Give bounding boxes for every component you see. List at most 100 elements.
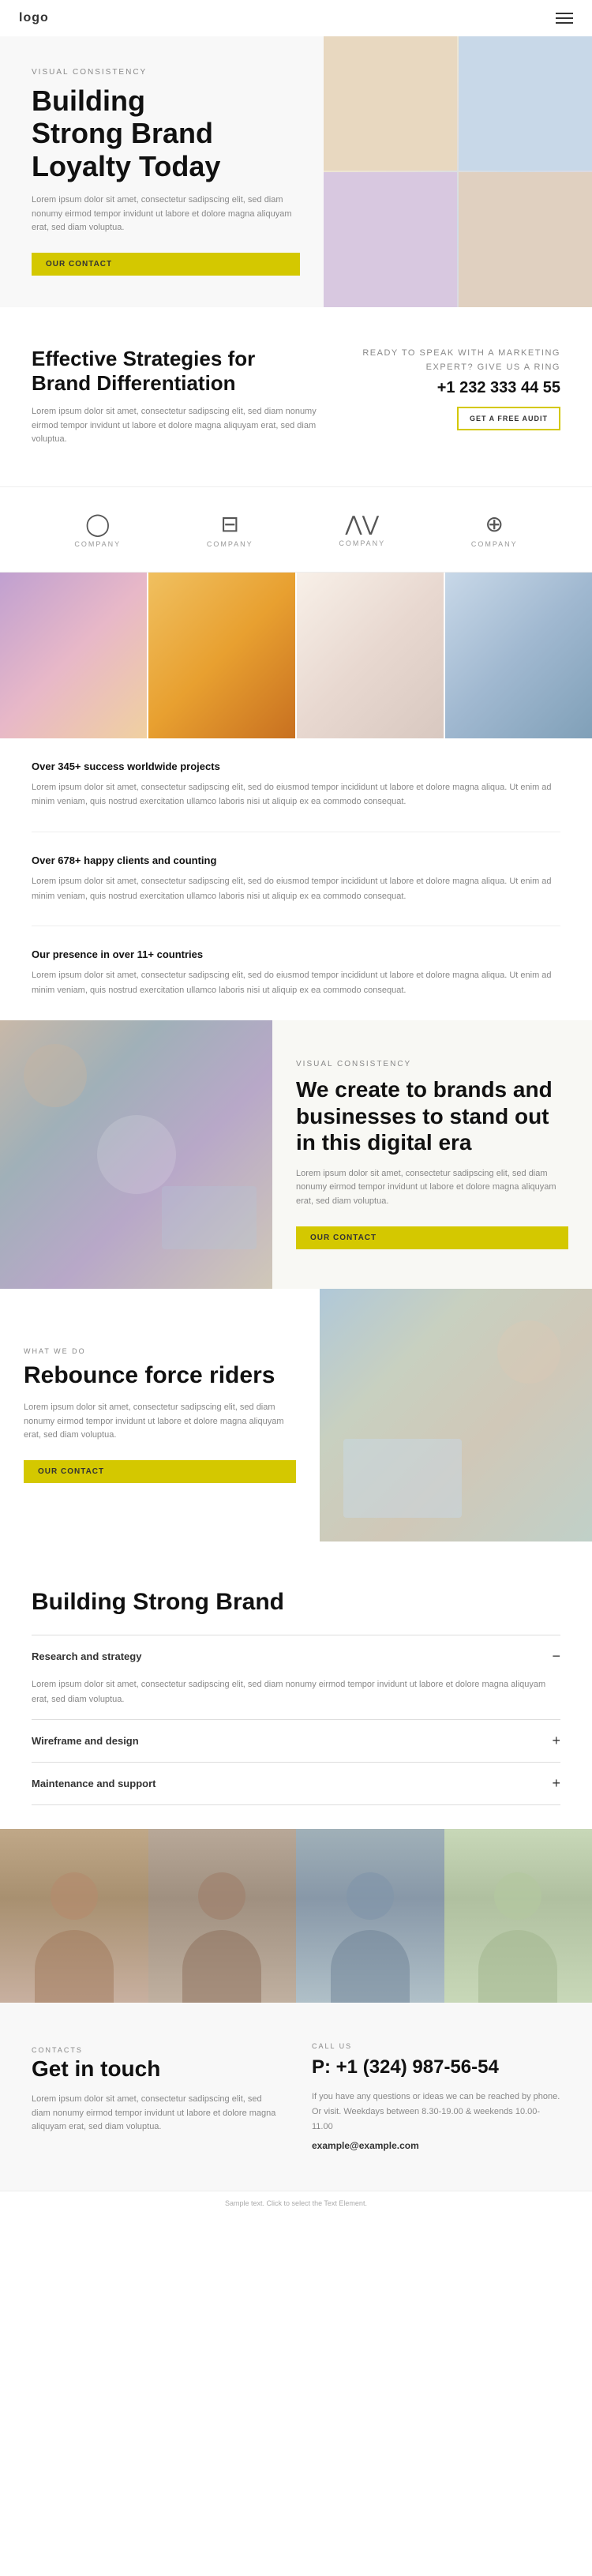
gallery-item-1 [0,573,147,738]
hero-cta-button[interactable]: OUR CONTACT [32,253,300,276]
collage-cell-3 [324,172,457,306]
team-photo-inner-3 [296,1829,444,2003]
strategies-content: Effective Strategies for Brand Different… [32,347,339,447]
gallery-image-2 [148,573,295,738]
team-photo-4 [444,1829,592,2003]
stat-desc-1: Lorem ipsum dolor sit amet, consectetur … [32,780,560,809]
brand-content: VISUAL CONSISTENCY We create to brands a… [272,1020,592,1289]
logo-icon-4: ⊕ [471,511,518,537]
logo: logo [19,11,49,25]
collage-cell-4 [459,172,592,306]
rebounce-description: Lorem ipsum dolor sit amet, consectetur … [24,1401,296,1443]
stat-item-1: Over 345+ success worldwide projects Lor… [32,738,560,832]
team-photo-2 [148,1829,297,2003]
image-gallery [0,573,592,738]
logo-item-4: ⊕ COMPANY [471,511,518,548]
hero-content: VISUAL CONSISTENCY Building Strong Brand… [0,36,324,307]
strategies-description: Lorem ipsum dolor sit amet, consectetur … [32,405,339,447]
team-photo-inner-4 [444,1829,592,2003]
team-photos [0,1829,592,2003]
brand-image-overlay [0,1020,272,1289]
gallery-item-4 [445,573,592,738]
rebounce-eyebrow: WHAT WE DO [24,1347,296,1355]
contact-section: CONTACTS Get in touch Lorem ipsum dolor … [0,2003,592,2191]
brand-image [0,1020,272,1289]
building-brand-section: Building Strong Brand Research and strat… [0,1541,592,1829]
strategies-phone: +1 232 333 44 55 [355,379,560,397]
team-photo-inner-2 [148,1829,297,2003]
accordion-item-1: Research and strategy − Lorem ipsum dolo… [32,1635,560,1719]
call-us-label: CALL US [312,2042,560,2050]
logos-row: ◯ COMPANY ⊟ COMPANY ⋀⋁ COMPANY ⊕ COMPANY [0,486,592,573]
stat-item-3: Our presence in over 11+ countries Lorem… [32,926,560,1020]
accordion-icon-2: + [552,1733,560,1749]
accordion-icon-3: + [552,1775,560,1792]
contact-heading: Get in touch [32,2056,280,2082]
collage-cell-2 [459,36,592,171]
collage-cell-1 [324,36,457,171]
gallery-image-3 [297,573,444,738]
team-photo-3 [296,1829,444,2003]
brand-eyebrow: VISUAL CONSISTENCY [296,1060,568,1068]
contacts-label: CONTACTS [32,2046,83,2054]
gallery-image-1 [0,573,147,738]
contact-email[interactable]: example@example.com [312,2140,560,2151]
ready-label: READY TO SPEAK WITH A MARKETING EXPERT? … [355,347,560,374]
accordion-content-1: Lorem ipsum dolor sit amet, consectetur … [32,1677,560,1719]
logo-item-2: ⊟ COMPANY [207,511,253,548]
gallery-item-3 [297,573,444,738]
footer-hint: Sample text. Click to select the Text El… [0,2191,592,2215]
logo-label-4: COMPANY [471,540,518,548]
stat-item-2: Over 678+ happy clients and counting Lor… [32,832,560,926]
logo-label-1: COMPANY [74,540,121,548]
hero-eyebrow: VISUAL CONSISTENCY [32,68,300,77]
accordion-title-1: Research and strategy [32,1650,141,1662]
logo-item-1: ◯ COMPANY [74,511,121,548]
accordion-title-3: Maintenance and support [32,1778,155,1789]
stat-title-2: Over 678+ happy clients and counting [32,854,560,866]
contact-right: CALL US P: +1 (324) 987-56-54 If you hav… [312,2042,560,2151]
logo-label-2: COMPANY [207,540,253,548]
contact-phone: P: +1 (324) 987-56-54 [312,2056,560,2078]
accordion-header-1[interactable]: Research and strategy − [32,1635,560,1677]
hamburger-menu[interactable] [556,13,573,24]
contact-description: Lorem ipsum dolor sit amet, consectetur … [32,2093,280,2135]
gallery-image-4 [445,573,592,738]
team-photo-1 [0,1829,148,2003]
rebounce-image-overlay [320,1289,592,1541]
logo-icon-1: ◯ [74,511,121,537]
hero-section: VISUAL CONSISTENCY Building Strong Brand… [0,36,592,307]
stat-desc-2: Lorem ipsum dolor sit amet, consectetur … [32,874,560,903]
rebounce-section: WHAT WE DO Rebounce force riders Lorem i… [0,1289,592,1541]
rebounce-heading: Rebounce force riders [24,1361,296,1390]
accordion-header-3[interactable]: Maintenance and support + [32,1763,560,1804]
navigation: logo [0,0,592,36]
strategies-section: Effective Strategies for Brand Different… [0,307,592,486]
stat-desc-3: Lorem ipsum dolor sit amet, consectetur … [32,968,560,997]
building-brand-heading: Building Strong Brand [32,1589,560,1616]
logo-item-3: ⋀⋁ COMPANY [339,512,385,547]
rebounce-cta-button[interactable]: OUR CONTACT [24,1460,296,1483]
contact-left: CONTACTS Get in touch Lorem ipsum dolor … [32,2042,280,2151]
accordion-title-2: Wireframe and design [32,1735,139,1747]
rebounce-image [320,1289,592,1541]
hero-heading: Building Strong Brand Loyalty Today [32,84,300,182]
contact-info: If you have any questions or ideas we ca… [312,2090,560,2134]
stat-title-1: Over 345+ success worldwide projects [32,760,560,772]
accordion-icon-1: − [552,1648,560,1665]
brand-cta-button[interactable]: OUR CONTACT [296,1226,568,1249]
logo-icon-3: ⋀⋁ [339,512,385,536]
logo-icon-2: ⊟ [207,511,253,537]
accordion-header-2[interactable]: Wireframe and design + [32,1720,560,1762]
hero-image [324,36,592,307]
audit-button[interactable]: GET A FREE AUDIT [457,407,560,430]
rebounce-content: WHAT WE DO Rebounce force riders Lorem i… [0,1289,320,1541]
strategies-cta: READY TO SPEAK WITH A MARKETING EXPERT? … [355,347,560,430]
gallery-item-2 [148,573,295,738]
team-photo-inner-1 [0,1829,148,2003]
brand-description: Lorem ipsum dolor sit amet, consectetur … [296,1167,568,1209]
brand-section: VISUAL CONSISTENCY We create to brands a… [0,1020,592,1289]
brand-heading: We create to brands and businesses to st… [296,1076,568,1156]
logo-label-3: COMPANY [339,539,385,547]
stats-section: Over 345+ success worldwide projects Lor… [0,738,592,1020]
